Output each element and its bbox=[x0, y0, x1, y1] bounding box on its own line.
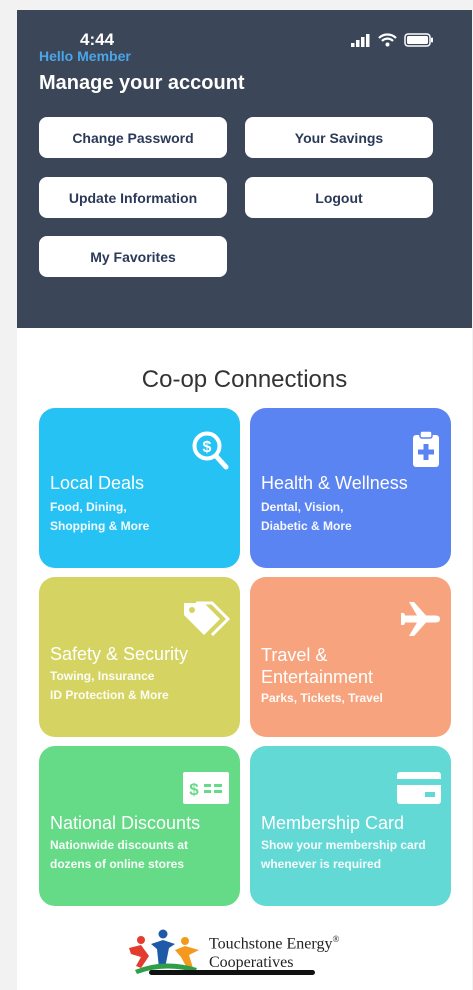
app-screen: 4:44 Hello Member Manage your account Ch… bbox=[17, 10, 472, 990]
airplane-icon bbox=[401, 602, 440, 636]
page-title: Manage your account bbox=[39, 72, 245, 94]
signal-icon bbox=[351, 33, 370, 47]
tags-icon bbox=[184, 601, 230, 637]
svg-text:$: $ bbox=[203, 439, 212, 456]
tile-subtitle: Dental, Vision, bbox=[261, 500, 344, 514]
battery-icon bbox=[404, 33, 433, 47]
tile-health-wellness[interactable]: Health & Wellness Dental, Vision, Diabet… bbox=[250, 408, 451, 568]
dollar-bill-icon: $ bbox=[183, 772, 229, 804]
tile-subtitle: dozens of online stores bbox=[50, 857, 185, 871]
svg-text:$: $ bbox=[189, 780, 199, 799]
search-dollar-icon: $ bbox=[192, 431, 229, 470]
tile-subtitle: Diabetic & More bbox=[261, 519, 352, 533]
tile-title: National Discounts bbox=[50, 813, 201, 833]
tile-title: Health & Wellness bbox=[261, 473, 408, 493]
section-title: Co-op Connections bbox=[141, 366, 348, 393]
touchstone-logo: Touchstone Energy® Cooperatives bbox=[127, 928, 339, 974]
tile-safety-security[interactable]: Safety & Security Towing, Insurance ID P… bbox=[39, 577, 240, 737]
tile-title-line2: Entertainment bbox=[261, 667, 374, 687]
change-password-button[interactable]: Change Password bbox=[39, 117, 227, 158]
logo-trademark: ® bbox=[332, 933, 340, 944]
logo-text: Touchstone Energy® Cooperatives bbox=[209, 930, 339, 972]
home-indicator[interactable] bbox=[149, 970, 315, 975]
tile-local-deals[interactable]: $ Local Deals Food, Dining, Shopping & M… bbox=[39, 408, 240, 568]
tile-membership-card[interactable]: Membership Card Show your membership car… bbox=[250, 746, 451, 906]
status-time: 4:44 bbox=[80, 30, 115, 49]
tile-subtitle: Parks, Tickets, Travel bbox=[261, 691, 383, 705]
greeting: Hello Member bbox=[39, 48, 131, 64]
medical-clipboard-icon bbox=[413, 430, 439, 467]
card-icon bbox=[397, 772, 441, 804]
status-icons bbox=[351, 33, 434, 47]
your-savings-button[interactable]: Your Savings bbox=[245, 117, 433, 158]
tile-subtitle: ID Protection & More bbox=[50, 688, 169, 702]
tile-subtitle: Towing, Insurance bbox=[50, 669, 155, 683]
tile-national-discounts[interactable]: $ National Discounts Nationwide discount… bbox=[39, 746, 240, 906]
logo-line-1: Touchstone Energy bbox=[209, 935, 333, 953]
tile-title: Safety & Security bbox=[50, 644, 189, 664]
tile-subtitle: whenever is required bbox=[261, 857, 382, 871]
tile-title: Travel & bbox=[261, 645, 328, 665]
tile-title: Membership Card bbox=[261, 813, 405, 833]
my-favorites-button[interactable]: My Favorites bbox=[39, 236, 227, 277]
tile-title: Local Deals bbox=[50, 473, 145, 493]
tile-subtitle: Show your membership card bbox=[261, 838, 426, 852]
tile-travel-entertainment[interactable]: Travel & Entertainment Parks, Tickets, T… bbox=[250, 577, 451, 737]
logout-button[interactable]: Logout bbox=[245, 177, 433, 218]
update-information-button[interactable]: Update Information bbox=[39, 177, 227, 218]
tile-subtitle: Shopping & More bbox=[50, 519, 150, 533]
account-header: 4:44 Hello Member Manage your account Ch… bbox=[17, 10, 472, 328]
touchstone-people-icon bbox=[129, 929, 199, 974]
wifi-icon bbox=[378, 33, 397, 47]
tile-subtitle: Nationwide discounts at bbox=[50, 838, 189, 852]
tile-subtitle: Food, Dining, bbox=[50, 500, 127, 514]
